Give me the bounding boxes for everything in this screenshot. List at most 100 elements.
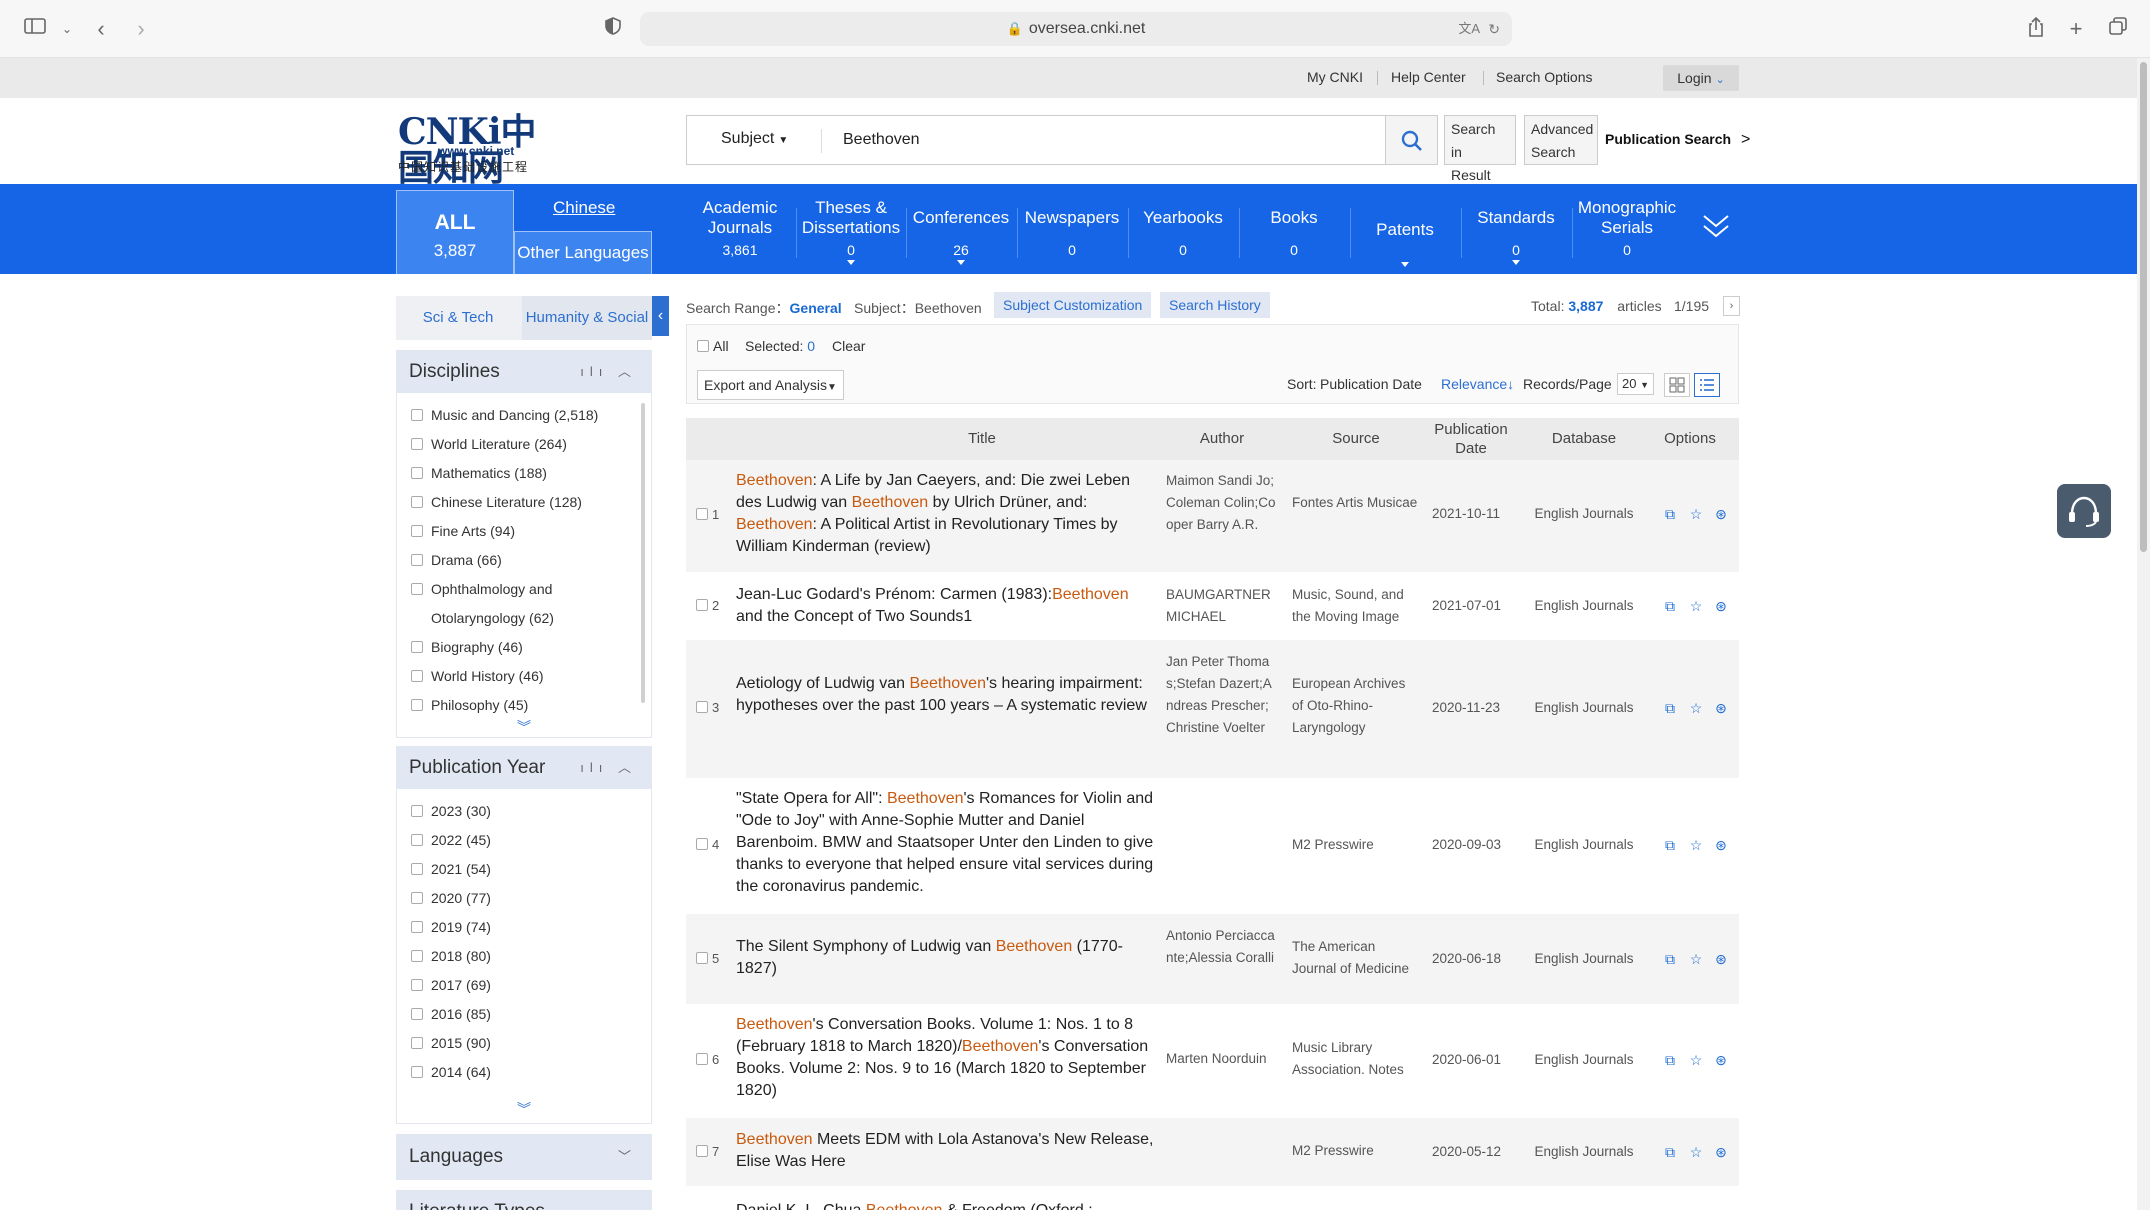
checkbox[interactable] bbox=[411, 438, 423, 450]
tab-books[interactable]: Books 0 bbox=[1239, 184, 1349, 274]
cite-icon[interactable]: ⊛ bbox=[1713, 1052, 1729, 1068]
facet-item[interactable]: Chinese Literature (128) bbox=[411, 494, 582, 510]
facet-item[interactable]: 2014 (64) bbox=[411, 1064, 491, 1080]
favorite-icon[interactable]: ☆ bbox=[1688, 700, 1704, 716]
result-author[interactable]: Marten Noorduin bbox=[1166, 1048, 1278, 1070]
result-source[interactable]: M2 Presswire bbox=[1292, 1140, 1420, 1162]
result-source[interactable]: Music Library Association. Notes bbox=[1292, 1037, 1420, 1081]
result-author[interactable]: BAUMGARTNER MICHAEL bbox=[1166, 584, 1278, 628]
page-scrollbar[interactable] bbox=[2137, 58, 2150, 1210]
checkbox[interactable] bbox=[411, 892, 423, 904]
checkbox[interactable] bbox=[411, 1066, 423, 1078]
literature-types-header[interactable]: Literature Types bbox=[397, 1191, 651, 1210]
login-button[interactable]: Login ⌄ bbox=[1663, 65, 1739, 91]
checkbox[interactable] bbox=[696, 1145, 708, 1157]
checkbox[interactable] bbox=[411, 467, 423, 479]
tab-conferences[interactable]: Conferences 26 bbox=[906, 184, 1016, 274]
tab-yearbooks[interactable]: Yearbooks 0 bbox=[1128, 184, 1238, 274]
search-button[interactable] bbox=[1386, 115, 1438, 165]
result-title-link[interactable]: Beethoven Meets EDM with Lola Astanova's… bbox=[736, 1129, 1156, 1173]
checkbox[interactable] bbox=[411, 699, 423, 711]
grid-view-button[interactable] bbox=[1664, 373, 1690, 397]
sort-relevance[interactable]: Relevance↓ bbox=[1441, 376, 1514, 392]
disciplines-header[interactable]: Disciplines ılı ︿ bbox=[397, 351, 651, 393]
result-title-link[interactable]: Beethoven: A Life by Jan Caeyers, and: D… bbox=[736, 470, 1156, 558]
facet-item[interactable]: 2017 (69) bbox=[411, 977, 491, 993]
search-history-button[interactable]: Search History bbox=[1160, 292, 1270, 318]
chart-collapse-icons[interactable]: ılı ︿ bbox=[580, 747, 637, 789]
result-source[interactable]: M2 Presswire bbox=[1292, 834, 1420, 856]
expand-more-icon[interactable]: ︾ bbox=[397, 717, 651, 737]
tab-humanity-social[interactable]: Humanity & Social bbox=[522, 296, 652, 340]
download-icon[interactable]: ⧉ bbox=[1662, 837, 1678, 853]
result-title-link[interactable]: Jean-Luc Godard's Prénom: Carmen (1983):… bbox=[736, 584, 1156, 628]
cite-icon[interactable]: ⊛ bbox=[1713, 598, 1729, 614]
search-options-link[interactable]: Search Options bbox=[1496, 69, 1593, 85]
address-bar[interactable]: 🔒 oversea.cnki.net 文A ↻ bbox=[640, 12, 1512, 46]
checkbox[interactable] bbox=[411, 409, 423, 421]
download-icon[interactable]: ⧉ bbox=[1662, 1052, 1678, 1068]
tab-patents[interactable]: Patents bbox=[1350, 184, 1460, 274]
download-icon[interactable]: ⧉ bbox=[1662, 506, 1678, 522]
search-in-result-button[interactable]: Search in Result bbox=[1444, 115, 1516, 183]
checkbox[interactable] bbox=[411, 641, 423, 653]
language-other-tab[interactable]: Other Languages bbox=[514, 231, 652, 274]
checkbox[interactable] bbox=[697, 340, 709, 352]
privacy-shield-icon[interactable] bbox=[600, 16, 626, 42]
cite-icon[interactable]: ⊛ bbox=[1713, 951, 1729, 967]
facet-item[interactable]: 2016 (85) bbox=[411, 1006, 491, 1022]
facet-item[interactable]: 2020 (77) bbox=[411, 890, 491, 906]
result-source[interactable]: Music, Sound, and the Moving Image bbox=[1292, 584, 1420, 628]
checkbox[interactable] bbox=[696, 1053, 708, 1065]
reload-icon[interactable]: ↻ bbox=[1488, 12, 1500, 46]
checkbox[interactable] bbox=[411, 525, 423, 537]
facet-item[interactable]: 2023 (30) bbox=[411, 803, 491, 819]
checkbox[interactable] bbox=[411, 834, 423, 846]
facet-item[interactable]: 2019 (74) bbox=[411, 919, 491, 935]
facet-item[interactable]: Ophthalmology and bbox=[411, 581, 552, 597]
checkbox[interactable] bbox=[411, 670, 423, 682]
tab-monographic-serials[interactable]: Monographic Serials 0 bbox=[1572, 184, 1682, 274]
download-icon[interactable]: ⧉ bbox=[1662, 951, 1678, 967]
facet-item[interactable]: Fine Arts (94) bbox=[411, 523, 515, 539]
tab-newspapers[interactable]: Newspapers 0 bbox=[1017, 184, 1127, 274]
back-icon[interactable]: ‹ bbox=[88, 16, 114, 42]
chevron-down-icon[interactable]: ⌄ bbox=[54, 16, 80, 42]
checkbox[interactable] bbox=[696, 599, 708, 611]
tab-theses[interactable]: Theses & Dissertations 0 bbox=[796, 184, 906, 274]
export-analysis-dropdown[interactable]: Export and Analysis▼ bbox=[697, 370, 844, 400]
result-author[interactable]: Jan Peter Thomas;Stefan Dazert;Andreas P… bbox=[1166, 651, 1278, 739]
customer-service-button[interactable] bbox=[2057, 484, 2111, 538]
result-source[interactable]: European Archives of Oto-Rhino-Laryngolo… bbox=[1292, 673, 1420, 739]
download-icon[interactable]: ⧉ bbox=[1662, 700, 1678, 716]
scrollbar-thumb[interactable] bbox=[2140, 62, 2147, 552]
tab-standards[interactable]: Standards 0 bbox=[1461, 184, 1571, 274]
sort-publication-date[interactable]: Publication Date bbox=[1320, 376, 1422, 392]
tab-academic-journals[interactable]: Academic Journals 3,861 bbox=[685, 184, 795, 274]
publication-search-link[interactable]: Publication Search > bbox=[1605, 131, 1750, 149]
search-input[interactable] bbox=[843, 124, 1363, 156]
cite-icon[interactable]: ⊛ bbox=[1713, 1144, 1729, 1160]
result-title-link[interactable]: Daniel K. L. Chua Beethoven & Freedom (O… bbox=[736, 1200, 1156, 1210]
facet-item[interactable]: Philosophy (45) bbox=[411, 697, 528, 713]
result-title-link[interactable]: Beethoven's Conversation Books. Volume 1… bbox=[736, 1014, 1156, 1102]
scrollbar[interactable] bbox=[641, 403, 645, 703]
collapse-sidebar-icon[interactable]: ‹ bbox=[652, 296, 669, 336]
checkbox[interactable] bbox=[411, 1037, 423, 1049]
result-title-link[interactable]: The Silent Symphony of Ludwig van Beetho… bbox=[736, 936, 1156, 980]
facet-item[interactable]: 2018 (80) bbox=[411, 948, 491, 964]
favorite-icon[interactable]: ☆ bbox=[1688, 506, 1704, 522]
next-page-icon[interactable]: › bbox=[1723, 296, 1740, 316]
checkbox[interactable] bbox=[696, 838, 708, 850]
search-field-select[interactable]: Subject ▼ bbox=[721, 130, 788, 148]
sidebar-toggle-icon[interactable] bbox=[22, 16, 48, 42]
facet-item[interactable]: Music and Dancing (2,518) bbox=[411, 407, 598, 423]
checkbox[interactable] bbox=[411, 496, 423, 508]
checkbox[interactable] bbox=[411, 805, 423, 817]
checkbox[interactable] bbox=[696, 508, 708, 520]
select-all[interactable]: All bbox=[697, 338, 729, 354]
expand-more-icon[interactable]: ︾ bbox=[397, 1099, 651, 1119]
favorite-icon[interactable]: ☆ bbox=[1688, 1144, 1704, 1160]
facet-item[interactable]: Mathematics (188) bbox=[411, 465, 547, 481]
result-source[interactable]: Fontes Artis Musicae bbox=[1292, 492, 1420, 514]
